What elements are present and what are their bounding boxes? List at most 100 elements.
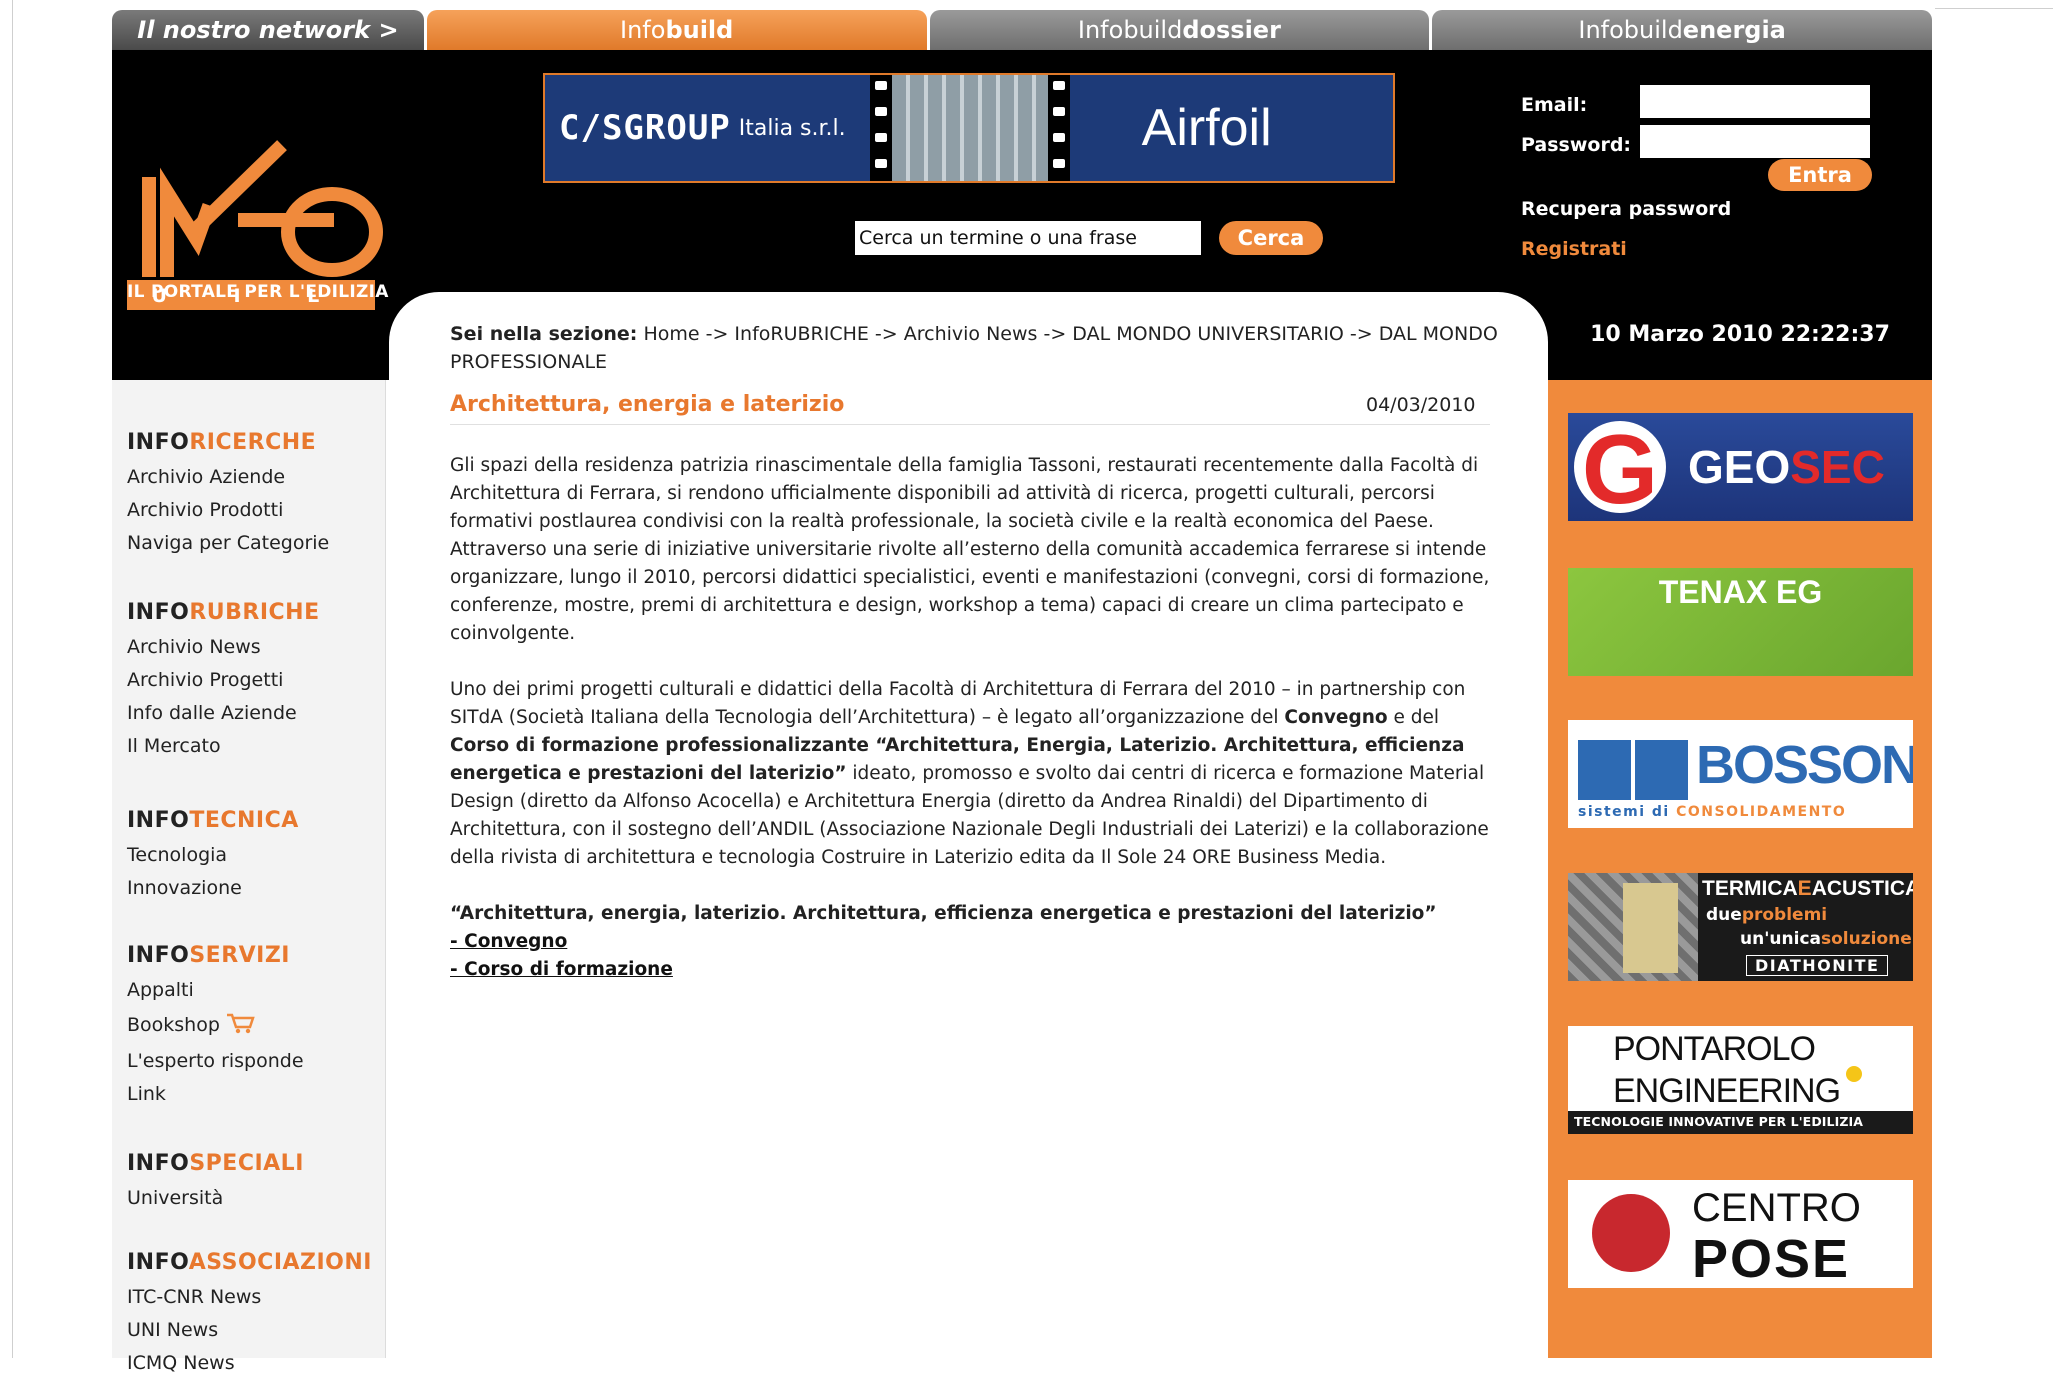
window-frame-left bbox=[12, 0, 13, 1358]
banner-company: C/SGROUP bbox=[559, 108, 731, 148]
geosec-ad[interactable]: G GEOSEC bbox=[1568, 413, 1913, 521]
sidebar-item-archivio-aziende[interactable]: Archivio Aziende bbox=[127, 466, 329, 488]
pontarolo-engineering: ENGINEERING bbox=[1613, 1072, 1841, 1110]
sidebar-item-archivio-progetti[interactable]: Archivio Progetti bbox=[127, 669, 320, 691]
article-body: Gli spazi della residenza patrizia rinas… bbox=[450, 452, 1500, 1012]
corso-formazione-link[interactable]: - Corso di formazione bbox=[450, 959, 673, 980]
password-field[interactable] bbox=[1640, 125, 1870, 158]
sidebar-item-uni-news[interactable]: UNI News bbox=[127, 1319, 372, 1341]
sidebar-item-archivio-prodotti[interactable]: Archivio Prodotti bbox=[127, 499, 329, 521]
termica-line-3: un'unicasoluzione bbox=[1740, 929, 1912, 949]
sidebar-item-itc-cnr[interactable]: ITC-CNR News bbox=[127, 1286, 372, 1308]
sidebar-section-servizi: INFOSERVIZI Appalti Bookshop L'esperto r… bbox=[127, 943, 304, 1105]
tab-dossier-pre: Infobuild bbox=[1077, 16, 1183, 44]
tab-infobuild-pre: Info bbox=[620, 16, 666, 44]
centro-text: CENTRO bbox=[1692, 1186, 1861, 1230]
sidebar-section-ricerche: INFORICERCHE Archivio Aziende Archivio P… bbox=[127, 430, 329, 554]
section-title-servizi: INFOSERVIZI bbox=[127, 943, 290, 968]
password-label: Password: bbox=[1521, 134, 1632, 156]
sidebar-section-tecnica: INFOTECNICA Tecnologia Innovazione bbox=[127, 808, 299, 899]
section-title-tecnica: INFOTECNICA bbox=[127, 808, 299, 833]
tenax-ad[interactable]: TENAX EG bbox=[1568, 568, 1913, 676]
tab-dossier-bold: dossier bbox=[1182, 16, 1281, 44]
title-divider bbox=[450, 424, 1490, 425]
tab-infobuild-bold: build bbox=[665, 16, 734, 44]
tab-infobuilddossier[interactable]: Infobuild dossier bbox=[929, 10, 1430, 50]
network-bar: Il nostro network > Info build Infobuild d… bbox=[112, 10, 1932, 50]
site: Il nostro network > Info build Infobuild d… bbox=[112, 10, 1932, 1374]
bossong-subtitle: sistemi di CONSOLIDAMENTO bbox=[1578, 804, 1847, 820]
sidebar-item-esperto[interactable]: L'esperto risponde bbox=[127, 1050, 304, 1072]
lightbulb-icon bbox=[1846, 1066, 1862, 1082]
login-button[interactable]: Entra bbox=[1768, 159, 1872, 191]
search-button[interactable]: Cerca bbox=[1219, 221, 1323, 255]
bossong-ad[interactable]: BOSSONG sistemi di CONSOLIDAMENTO bbox=[1568, 720, 1913, 828]
section-title-rubriche: INFORUBRICHE bbox=[127, 600, 320, 625]
tab-energia-bold: energia bbox=[1682, 16, 1786, 44]
breadcrumb: Sei nella sezione: Home -> InfoRUBRICHE … bbox=[450, 323, 1498, 373]
section-title-speciali: INFOSPECIALI bbox=[127, 1151, 304, 1176]
pontarolo-tagline: TECNOLOGIE INNOVATIVE PER L'EDILIZIA bbox=[1574, 1114, 1864, 1129]
tab-energia-pre: Infobuild bbox=[1578, 16, 1683, 44]
sidebar-item-mercato[interactable]: Il Mercato bbox=[127, 735, 320, 757]
insulation-image bbox=[1568, 873, 1698, 981]
globe-icon bbox=[1592, 1194, 1670, 1272]
bossong-logo-icon bbox=[1578, 740, 1688, 800]
sidebar-item-bookshop[interactable]: Bookshop bbox=[127, 1012, 304, 1039]
left-sidebar: INFORICERCHE Archivio Aziende Archivio P… bbox=[112, 380, 386, 1374]
email-field[interactable] bbox=[1640, 85, 1870, 118]
sidebar-item-icmq-news[interactable]: ICMQ News bbox=[127, 1352, 372, 1374]
tab-infobuild[interactable]: Info build bbox=[426, 10, 927, 50]
cart-icon bbox=[226, 1012, 256, 1039]
section-title-associazioni: INFOASSOCIAZIONI bbox=[127, 1250, 372, 1275]
sidebar-item-universita[interactable]: Università bbox=[127, 1187, 304, 1209]
network-label[interactable]: Il nostro network > bbox=[112, 10, 424, 50]
termica-headline: TERMICAEACUSTICA bbox=[1702, 877, 1913, 900]
article-date: 04/03/2010 bbox=[1366, 394, 1476, 416]
breadcrumb-rubriche[interactable]: InfoRUBRICHE bbox=[734, 323, 868, 345]
article-paragraph-3: “Architettura, energia, laterizio. Archi… bbox=[450, 903, 1437, 980]
search-input[interactable] bbox=[855, 221, 1201, 255]
banner-company-suffix: Italia s.r.l. bbox=[738, 115, 846, 141]
sidebar-item-tecnologia[interactable]: Tecnologia bbox=[127, 844, 299, 866]
pose-text: POSE bbox=[1692, 1229, 1851, 1288]
geosec-text: GEOSEC bbox=[1688, 441, 1885, 493]
tenax-text: TENAX EG bbox=[1658, 574, 1823, 610]
email-label: Email: bbox=[1521, 94, 1588, 116]
pontarolo-name: PONTAROLO bbox=[1613, 1030, 1816, 1068]
breadcrumb-archivio[interactable]: Archivio News bbox=[904, 323, 1038, 345]
sidebar-section-associazioni: INFOASSOCIAZIONI ITC-CNR News UNI News I… bbox=[127, 1250, 372, 1374]
centro-pose-ad[interactable]: CENTRO POSE bbox=[1568, 1180, 1913, 1288]
sidebar-item-link[interactable]: Link bbox=[127, 1083, 304, 1105]
geosec-logo-icon: G bbox=[1574, 414, 1666, 521]
sidebar-item-info-aziende[interactable]: Info dalle Aziende bbox=[127, 702, 320, 724]
sidebar-section-speciali: INFOSPECIALI Università bbox=[127, 1151, 304, 1209]
main-content: Sei nella sezione: Home -> InfoRUBRICHE … bbox=[389, 292, 1548, 1358]
section-title-ricerche: INFORICERCHE bbox=[127, 430, 317, 455]
logo-tagline: IL PORTALE PER L'EDILIZIA bbox=[127, 282, 389, 302]
bossong-name: BOSSONG bbox=[1696, 735, 1913, 795]
register-link[interactable]: Registrati bbox=[1521, 238, 1627, 260]
pontarolo-ad[interactable]: PONTAROLO ENGINEERING TECNOLOGIE INNOVAT… bbox=[1568, 1026, 1913, 1134]
termica-line-2: dueproblemi bbox=[1706, 905, 1828, 925]
article-title: Architettura, energia e laterizio bbox=[450, 392, 845, 417]
article-paragraph-1: Gli spazi della residenza patrizia rinas… bbox=[450, 455, 1490, 644]
filmstrip-image bbox=[869, 75, 1070, 181]
breadcrumb-home[interactable]: Home bbox=[643, 323, 699, 345]
sidebar-item-naviga-categorie[interactable]: Naviga per Categorie bbox=[127, 532, 329, 554]
diathonite-brand: DIATHONITE bbox=[1746, 955, 1889, 976]
diathonite-ad[interactable]: TERMICAEACUSTICA dueproblemi un'unicasol… bbox=[1568, 873, 1913, 981]
airfoil-banner-ad[interactable]: C/SGROUP Italia s.r.l. Airfoil bbox=[543, 73, 1395, 183]
recover-password-link[interactable]: Recupera password bbox=[1521, 198, 1731, 220]
current-datetime: 10 Marzo 2010 22:22:37 bbox=[1590, 322, 1890, 347]
breadcrumb-universitario[interactable]: DAL MONDO UNIVERSITARIO bbox=[1072, 323, 1344, 345]
sidebar-section-rubriche: INFORUBRICHE Archivio News Archivio Prog… bbox=[127, 600, 320, 757]
sidebar-item-innovazione[interactable]: Innovazione bbox=[127, 877, 299, 899]
article-paragraph-2: Uno dei primi progetti culturali e didat… bbox=[450, 679, 1489, 868]
sidebar-item-archivio-news[interactable]: Archivio News bbox=[127, 636, 320, 658]
tab-infobuildenergia[interactable]: Infobuild energia bbox=[1432, 10, 1932, 50]
banner-product: Airfoil bbox=[1141, 99, 1272, 157]
window-frame-top bbox=[1935, 8, 2053, 9]
sidebar-item-appalti[interactable]: Appalti bbox=[127, 979, 304, 1001]
convegno-link[interactable]: - Convegno bbox=[450, 931, 567, 952]
